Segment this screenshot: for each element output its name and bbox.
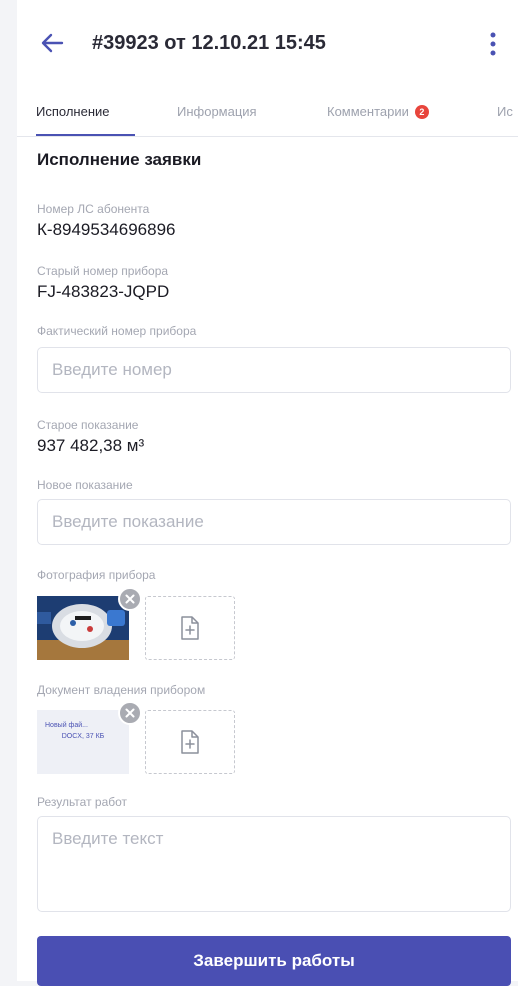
add-doc-button[interactable] <box>145 710 235 774</box>
doc-file-name: Новый фай... <box>45 722 88 729</box>
page-title: #39923 от 12.10.21 15:45 <box>92 32 326 54</box>
comments-count-badge: 2 <box>414 105 429 119</box>
more-menu-button[interactable] <box>483 28 503 60</box>
back-button[interactable] <box>37 28 67 58</box>
old-device-label: Старый номер прибора <box>37 264 169 278</box>
tab-execution[interactable]: Исполнение <box>36 104 110 119</box>
close-icon <box>125 708 135 718</box>
ownership-doc-label: Документ владения прибором <box>37 683 206 697</box>
arrow-left-icon <box>41 33 64 53</box>
actual-device-input[interactable] <box>37 347 511 393</box>
account-value: К-8949534696896 <box>37 220 176 239</box>
ownership-doc-file[interactable]: Новый фай... DOCX, 37 КБ <box>37 710 129 774</box>
request-card: #39923 от 12.10.21 15:45 Исполнение Инфо… <box>17 0 518 986</box>
remove-photo-button[interactable] <box>118 587 142 611</box>
doc-file-meta: DOCX, 37 КБ <box>61 733 105 740</box>
tab-bar: Исполнение Информация Комментарии 2 Ис <box>17 96 518 137</box>
old-reading-label: Старое показание <box>37 418 139 432</box>
more-vertical-icon <box>490 32 496 56</box>
add-photo-button[interactable] <box>145 596 235 660</box>
old-device-value: FJ-483823-JQPD <box>37 282 170 301</box>
header: #39923 от 12.10.21 15:45 <box>17 0 518 90</box>
add-file-icon <box>181 616 199 640</box>
device-photo-thumbnail[interactable] <box>37 596 129 660</box>
new-reading-label: Новое показание <box>37 478 133 492</box>
actual-device-label: Фактический номер прибора <box>37 324 197 338</box>
tab-more[interactable]: Ис <box>497 104 513 119</box>
active-tab-indicator <box>36 134 135 136</box>
water-meter-photo <box>37 596 129 660</box>
remove-doc-button[interactable] <box>118 701 142 725</box>
photo-label: Фотография прибора <box>37 568 156 582</box>
finish-work-button[interactable]: Завершить работы <box>37 936 511 986</box>
new-reading-input[interactable] <box>37 499 511 545</box>
tab-information[interactable]: Информация <box>177 104 257 119</box>
work-result-label: Результат работ <box>37 795 128 809</box>
account-label: Номер ЛС абонента <box>37 202 150 216</box>
section-title: Исполнение заявки <box>37 150 202 169</box>
tab-comments[interactable]: Комментарии 2 <box>327 104 429 119</box>
old-reading-value: 937 482,38 м³ <box>37 436 145 455</box>
work-result-textarea[interactable] <box>37 816 511 912</box>
add-file-icon <box>181 730 199 754</box>
close-icon <box>125 594 135 604</box>
tab-comments-label: Комментарии <box>327 104 409 119</box>
